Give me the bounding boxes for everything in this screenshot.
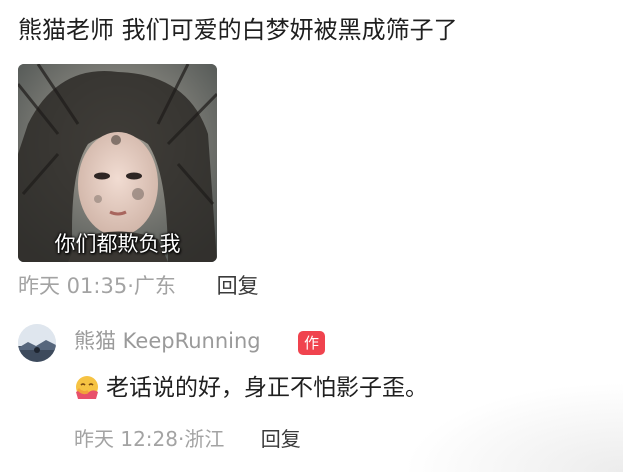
avatar[interactable] <box>18 324 56 362</box>
reply-button[interactable]: 回复 <box>217 274 259 298</box>
reply-button[interactable]: 回复 <box>261 427 301 451</box>
comment-image[interactable]: 你们都欺负我 <box>18 64 217 262</box>
reply-time: 昨天 12:28 <box>74 427 178 451</box>
reply-meta: 昨天 12:28·浙江 回复 <box>74 424 301 454</box>
reply-text-content: 老话说的好，身正不怕影子歪。 <box>106 375 428 401</box>
reply-author-name[interactable]: 熊猫 KeepRunning <box>74 326 261 356</box>
avatar-image <box>18 324 56 362</box>
hug-emoji-icon <box>74 374 100 400</box>
reply-text: 老话说的好，身正不怕影子歪。 <box>74 372 428 404</box>
comment-meta: 昨天 01:35·广东 回复 <box>18 271 259 301</box>
comment-time: 昨天 01:35 <box>18 274 128 298</box>
author-badge: 作者 <box>298 331 326 376</box>
meta-separator: · <box>127 274 134 298</box>
comment-text: 熊猫老师 我们可爱的白梦妍被黑成筛子了 <box>18 16 458 44</box>
comment-location: 广东 <box>133 274 176 298</box>
background-fade <box>403 382 623 472</box>
reply-location: 浙江 <box>184 427 225 451</box>
image-caption: 你们都欺负我 <box>54 232 181 256</box>
